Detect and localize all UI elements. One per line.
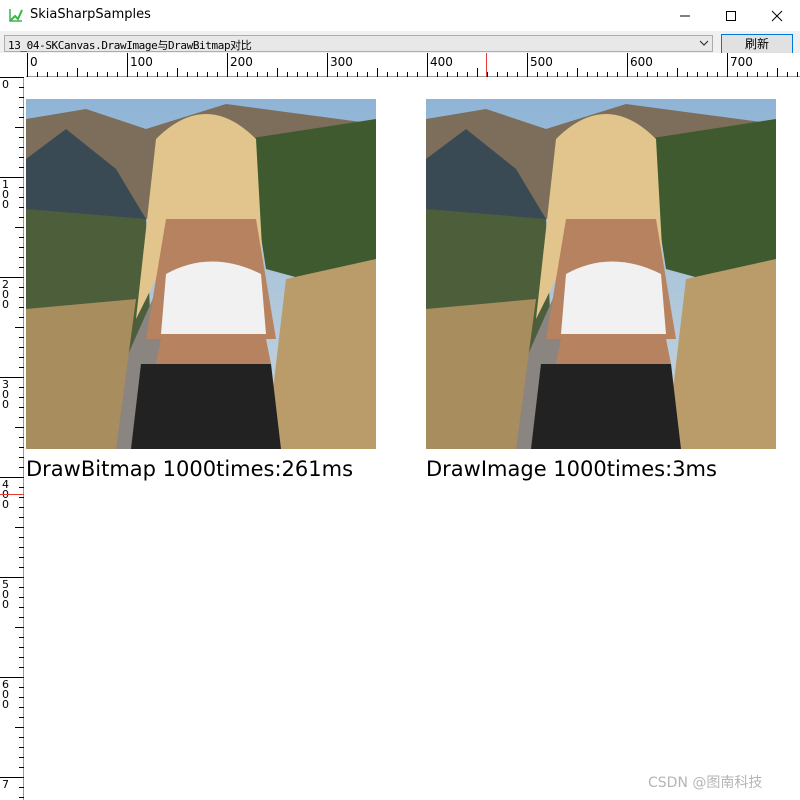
ruler-label: 0 (2, 498, 9, 511)
ruler-label: 700 (730, 55, 753, 69)
ruler-label: 0 (2, 598, 9, 611)
ruler-label: 200 (230, 55, 253, 69)
ruler-label: 500 (530, 55, 553, 69)
ruler-label: 100 (130, 55, 153, 69)
minimize-button[interactable] (662, 0, 708, 31)
ruler-label: 0 (2, 698, 9, 711)
ruler-label: 600 (630, 55, 653, 69)
refresh-button[interactable]: 刷新 (721, 34, 793, 54)
close-button[interactable] (754, 0, 800, 31)
app-logo-icon (9, 9, 23, 22)
ruler-label: 0 (2, 398, 9, 411)
vertical-ruler: 01002003004005006007 (0, 77, 24, 800)
drawbitmap-photo (26, 99, 376, 449)
drawbitmap-caption: DrawBitmap 1000times:261ms (26, 457, 354, 481)
ruler-label: 300 (330, 55, 353, 69)
ruler-corner (0, 53, 26, 77)
drawimage-caption: DrawImage 1000times:3ms (426, 457, 717, 481)
sample-select-value: 13_04-SKCanvas.DrawImage与DrawBitmap对比 (8, 39, 252, 52)
sample-select[interactable]: 13_04-SKCanvas.DrawImage与DrawBitmap对比 (4, 35, 713, 52)
title-bar: SkiaSharpSamples (0, 0, 800, 31)
ruler-label: 400 (430, 55, 453, 69)
ruler-label: 0 (2, 198, 9, 211)
maximize-icon (726, 10, 736, 21)
ruler-label: 7 (2, 778, 9, 791)
horizontal-ruler: 0 100 200 300 400 500 600 700 (0, 53, 800, 77)
close-icon (771, 10, 783, 21)
ruler-label: 0 (30, 55, 38, 69)
maximize-button[interactable] (708, 0, 754, 31)
window-title: SkiaSharpSamples (30, 7, 151, 22)
watermark: CSDN @图南科技 (648, 775, 763, 791)
ruler-label: 0 (2, 298, 9, 311)
drawimage-photo (426, 99, 776, 449)
chevron-down-icon (699, 40, 709, 46)
ruler-label: 0 (2, 78, 9, 91)
minimize-icon (680, 15, 690, 16)
